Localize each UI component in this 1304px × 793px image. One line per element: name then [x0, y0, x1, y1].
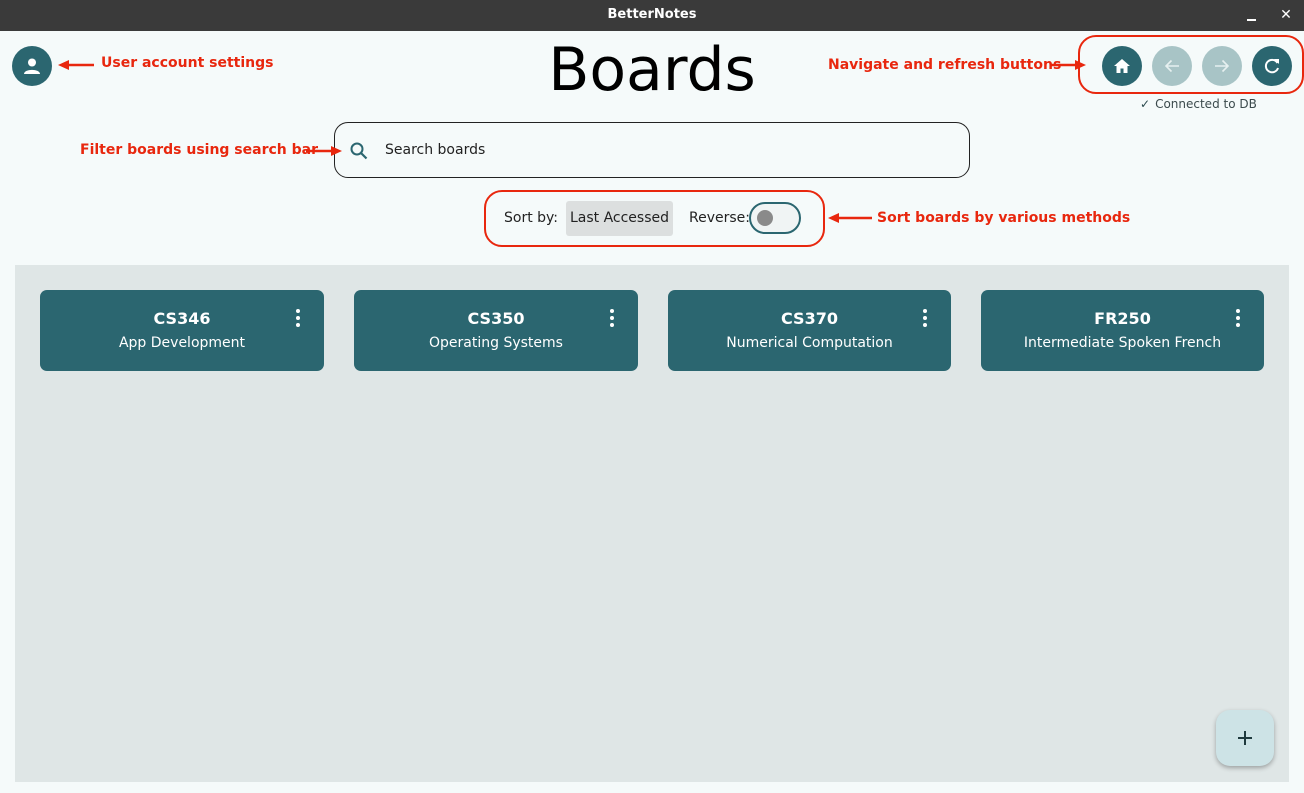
annotation-nav: Navigate and refresh buttons — [828, 57, 1062, 73]
annotation-arrows — [58, 60, 1086, 223]
annotation-account: User account settings — [101, 55, 274, 71]
annotation-search: Filter boards using search bar — [80, 142, 318, 158]
annotation-sort: Sort boards by various methods — [877, 210, 1131, 226]
